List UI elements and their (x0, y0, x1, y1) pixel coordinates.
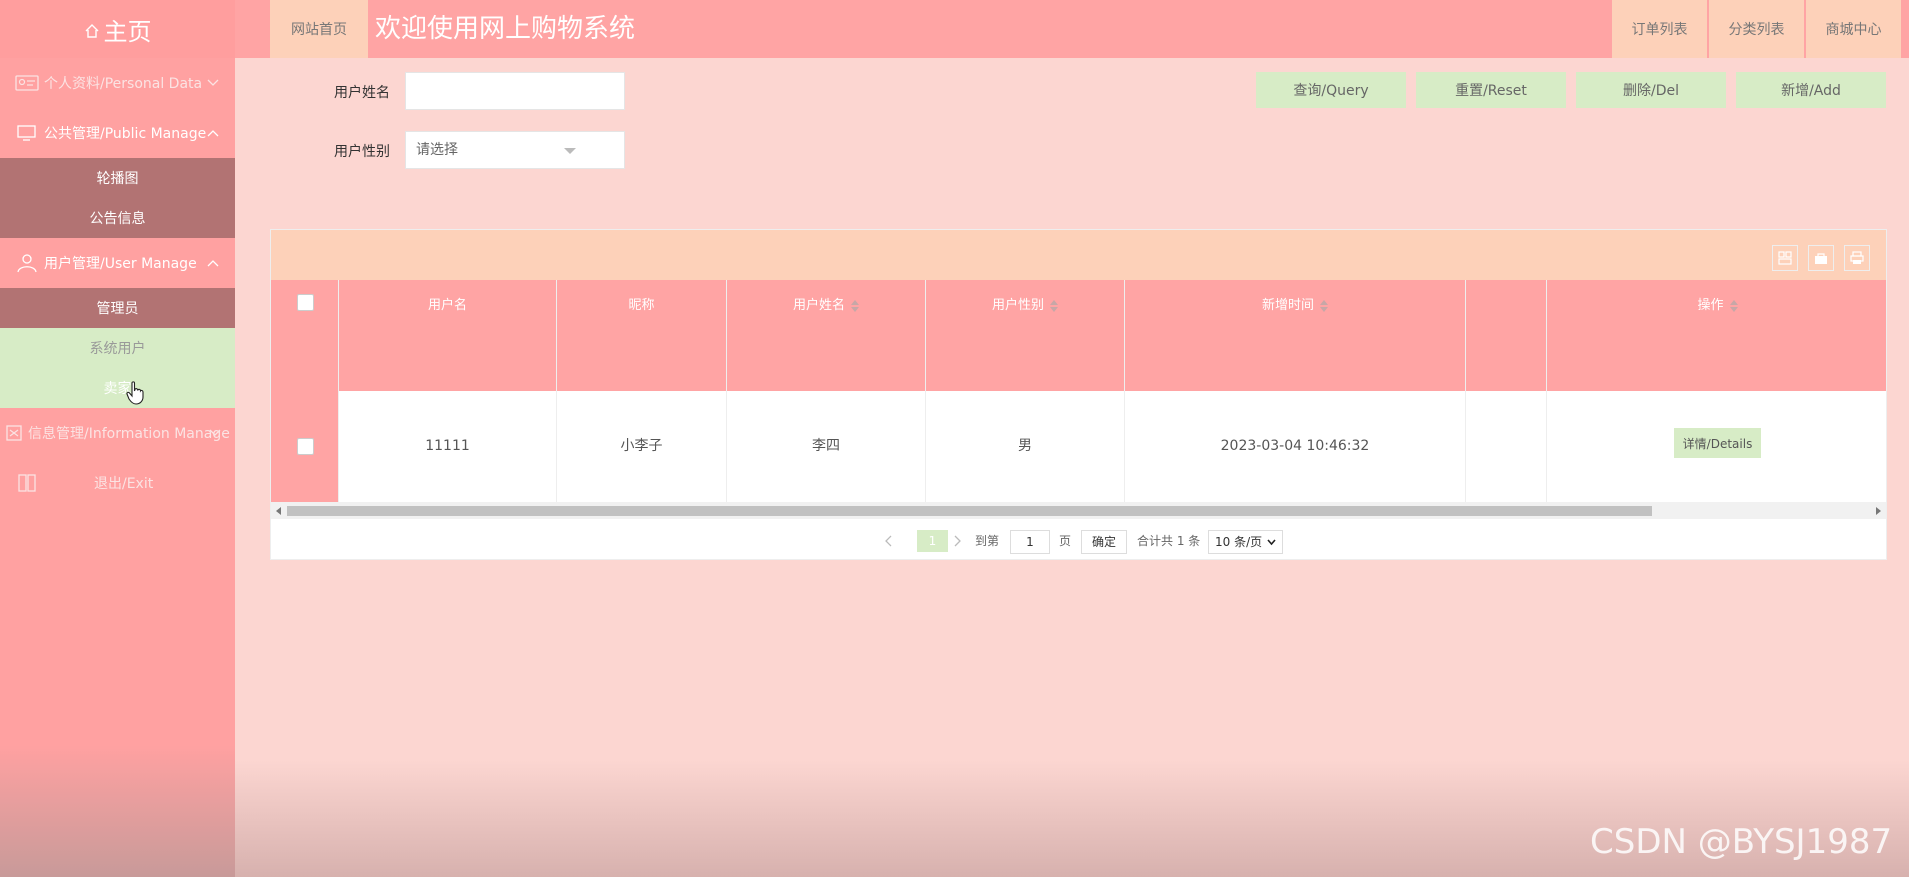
reset-button[interactable]: 重置/Reset (1416, 72, 1566, 108)
order-list-link[interactable]: 订单列表 (1612, 0, 1707, 58)
table-toolbar (271, 230, 1886, 280)
submenu-seller[interactable]: 卖家 (0, 368, 235, 408)
username-filter-input[interactable] (405, 72, 625, 110)
site-title: 欢迎使用网上购物系统 (375, 14, 636, 44)
submenu-notice[interactable]: 公告信息 (0, 198, 235, 238)
table-row: 11111 小李子 李四 男 2023-03-04 10:46:32 详情/De… (271, 391, 1886, 502)
monitor-icon (14, 123, 40, 143)
scrollbar-thumb[interactable] (287, 506, 1652, 516)
submenu-admin[interactable]: 管理员 (0, 288, 235, 328)
username-filter-label: 用户姓名 (334, 85, 390, 101)
submenu-carousel[interactable]: 轮播图 (0, 158, 235, 198)
sort-icon (1050, 299, 1058, 312)
details-button[interactable]: 详情/Details (1674, 428, 1761, 458)
columns-icon[interactable] (1772, 245, 1798, 271)
scroll-left-icon[interactable] (276, 507, 281, 515)
goto-label: 到第 (975, 534, 1000, 548)
table-header: 用户名 昵称 用户姓名 用户性别 新增时间 操作 (271, 280, 1886, 391)
header-check-cell (271, 280, 339, 391)
watermark: CSDN @BYSJ1987 (1590, 822, 1893, 862)
row-check-cell (271, 391, 339, 502)
add-button[interactable]: 新增/Add (1736, 72, 1886, 108)
gender-filter-select[interactable]: 请选择 (405, 131, 625, 169)
next-page-icon[interactable] (953, 530, 963, 559)
total-count: 合计共 1 条 (1137, 534, 1201, 548)
td-extra (1466, 391, 1547, 502)
menu-label: 信息管理/Information Manage (28, 426, 230, 442)
gender-filter-label: 用户性别 (334, 144, 390, 160)
chevron-down-icon (209, 425, 221, 441)
td-username: 11111 (339, 391, 557, 502)
td-realname: 李四 (727, 391, 926, 502)
sort-icon (1320, 299, 1328, 312)
th-extra (1466, 280, 1547, 391)
th-created[interactable]: 新增时间 (1125, 280, 1466, 391)
site-home-link[interactable]: 网站首页 (270, 0, 368, 58)
menu-label: 用户管理/User Manage (44, 256, 197, 272)
th-action[interactable]: 操作 (1547, 280, 1888, 391)
menu-public-manage[interactable]: 公共管理/Public Manage (0, 108, 235, 158)
th-gender[interactable]: 用户性别 (926, 280, 1125, 391)
current-page[interactable]: 1 (917, 530, 948, 552)
chevron-down-icon (1267, 531, 1276, 560)
query-button[interactable]: 查询/Query (1256, 72, 1406, 108)
document-icon (4, 423, 24, 443)
sidebar-home[interactable]: 主页 (0, 0, 235, 58)
select-all-checkbox[interactable] (297, 294, 314, 311)
horizontal-scrollbar[interactable] (271, 502, 1886, 519)
home-icon (84, 23, 100, 39)
chevron-up-icon (207, 125, 219, 141)
menu-user-manage[interactable]: 用户管理/User Manage (0, 238, 235, 288)
row-checkbox[interactable] (297, 438, 314, 455)
menu-label: 公共管理/Public Manage (44, 126, 207, 142)
goto-page-input[interactable]: 1 (1010, 530, 1050, 554)
export-icon[interactable] (1808, 245, 1834, 271)
category-list-link[interactable]: 分类列表 (1709, 0, 1804, 58)
home-label: 主页 (103, 17, 152, 46)
submenu-system-user[interactable]: 系统用户 (0, 328, 235, 368)
gender-filter-value: 请选择 (416, 142, 458, 158)
dropdown-caret-icon (564, 148, 576, 154)
page-size-select[interactable]: 10 条/页 (1208, 530, 1283, 554)
goto-confirm-button[interactable]: 确定 (1081, 530, 1127, 554)
th-nickname[interactable]: 昵称 (557, 280, 727, 391)
menu-exit[interactable]: 退出/Exit (0, 458, 235, 508)
menu-information-manage[interactable]: 信息管理/Information Manage (0, 408, 235, 458)
th-realname[interactable]: 用户姓名 (727, 280, 926, 391)
chevron-up-icon (207, 255, 219, 271)
top-header: 网站首页 欢迎使用网上购物系统 订单列表 分类列表 商城中心 (235, 0, 1909, 58)
sidebar: 主页 个人资料/Personal Data 公共管理/Public Manage… (0, 0, 235, 877)
chevron-down-icon (207, 75, 219, 91)
id-card-icon (14, 73, 40, 93)
td-nickname: 小李子 (557, 391, 727, 502)
th-username[interactable]: 用户名 (339, 280, 557, 391)
menu-label: 个人资料/Personal Data (44, 76, 203, 92)
mall-center-link[interactable]: 商城中心 (1806, 0, 1901, 58)
menu-personal-data[interactable]: 个人资料/Personal Data (0, 58, 235, 108)
print-icon[interactable] (1844, 245, 1870, 271)
td-gender: 男 (926, 391, 1125, 502)
pagination: 1 到第 1 页 确定 合计共 1 条 10 条/页 (271, 519, 1886, 559)
exit-icon (14, 473, 40, 493)
hand-cursor-icon (126, 381, 144, 409)
menu-label: 退出/Exit (94, 476, 154, 492)
sort-icon (1729, 299, 1738, 312)
td-created: 2023-03-04 10:46:32 (1125, 391, 1466, 502)
sort-icon (851, 299, 859, 312)
prev-page-icon[interactable] (883, 530, 893, 559)
page-unit-label: 页 (1059, 534, 1072, 548)
scroll-right-icon[interactable] (1876, 507, 1881, 515)
delete-button[interactable]: 删除/Del (1576, 72, 1726, 108)
user-icon (14, 253, 40, 273)
user-table: 用户名 昵称 用户姓名 用户性别 新增时间 操作 11111 小李子 李四 男 … (270, 229, 1887, 560)
